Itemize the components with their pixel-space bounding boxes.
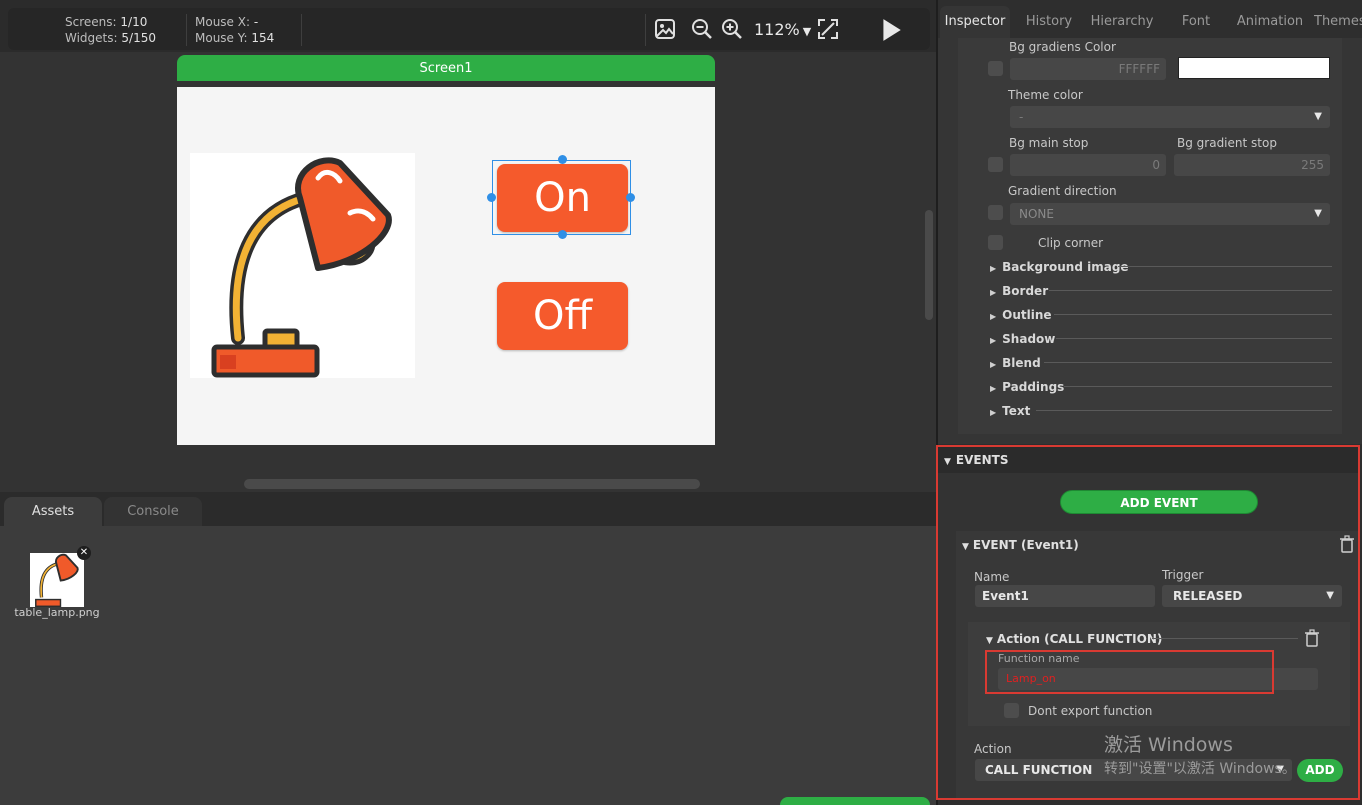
toolbar: Screens: 1/10 Widgets: 5/150 Mouse X: - … <box>8 8 930 50</box>
zoom-select[interactable]: 112% ▼ <box>754 20 811 39</box>
table-lamp-icon <box>211 157 392 378</box>
add-event-button[interactable]: ADD EVENT <box>1060 490 1258 514</box>
divider <box>1064 386 1332 387</box>
theme-color-select[interactable]: - ▼ <box>1010 106 1330 128</box>
section-shadow[interactable]: ▶ Shadow <box>990 332 1055 346</box>
bg-main-stop-checkbox[interactable] <box>988 157 1003 172</box>
dont-export-checkbox[interactable] <box>1004 703 1019 718</box>
tab-inspector[interactable]: Inspector <box>940 6 1010 38</box>
divider <box>1044 362 1332 363</box>
event-name-input[interactable]: Event1 <box>975 585 1155 607</box>
screen-title-tab[interactable]: Screen1 <box>177 55 715 81</box>
table-lamp-icon <box>35 553 79 607</box>
gradient-direction-value: NONE <box>1019 207 1054 221</box>
highlight-box <box>985 650 1274 694</box>
section-text[interactable]: ▶ Text <box>990 404 1030 418</box>
fit-screen-icon[interactable] <box>816 17 840 41</box>
bg-main-stop-input[interactable]: 0 <box>1010 154 1166 176</box>
events-header[interactable]: ▼ EVENTS <box>944 453 1008 467</box>
section-paddings[interactable]: ▶ Paddings <box>990 380 1064 394</box>
activation-watermark: 激活 Windows <box>1104 734 1233 756</box>
theme-color-value: - <box>1019 110 1024 124</box>
tab-history[interactable]: History <box>1016 6 1082 38</box>
zoom-out-icon[interactable] <box>690 17 714 41</box>
activation-watermark-subtext: 转到"设置"以激活 Windows。 <box>1104 761 1296 777</box>
asset-filename: table_lamp.png <box>14 606 100 619</box>
divider <box>1036 410 1332 411</box>
tab-animation[interactable]: Animation <box>1230 6 1310 38</box>
action-label: Action <box>974 742 1012 756</box>
tab-font[interactable]: Font <box>1166 6 1226 38</box>
caret-down-icon: ▼ <box>962 542 969 552</box>
bg-main-stop-label: Bg main stop <box>1009 136 1089 150</box>
trash-icon[interactable] <box>1304 629 1320 647</box>
divider <box>1049 290 1332 291</box>
zoom-in-icon[interactable] <box>720 17 744 41</box>
section-outline[interactable]: ▶ Outline <box>990 308 1052 322</box>
screens-count: Screens: 1/10 <box>65 15 148 29</box>
mouse-x-readout: Mouse X: - <box>195 15 259 29</box>
gradient-direction-label: Gradient direction <box>1008 184 1117 198</box>
tab-themes[interactable]: Themes <box>1314 6 1362 38</box>
lamp-image-widget[interactable] <box>190 153 415 378</box>
caret-down-icon: ▼ <box>986 636 993 646</box>
zoom-value: 112% <box>754 20 800 39</box>
gradient-direction-checkbox[interactable] <box>988 205 1003 220</box>
gradient-direction-select[interactable]: NONE ▼ <box>1010 203 1330 225</box>
horizontal-scrollbar[interactable] <box>244 479 700 489</box>
bg-gradient-stop-input[interactable]: 255 <box>1174 154 1330 176</box>
resize-handle[interactable] <box>626 193 635 202</box>
caret-down-icon: ▼ <box>802 25 812 38</box>
widgets-count: Widgets: 5/150 <box>65 31 156 45</box>
divider <box>186 14 187 46</box>
asset-thumbnail[interactable] <box>30 553 84 607</box>
trigger-value: RELEASED <box>1173 589 1243 603</box>
trigger-label: Trigger <box>1162 568 1204 582</box>
add-action-button[interactable]: ADD <box>1297 759 1343 782</box>
remove-asset-icon[interactable]: ✕ <box>77 546 91 560</box>
action-value: CALL FUNCTION <box>985 763 1093 777</box>
tab-console[interactable]: Console <box>104 497 202 527</box>
divider <box>1054 314 1332 315</box>
trash-icon[interactable] <box>1339 535 1355 553</box>
divider <box>1152 638 1298 639</box>
section-blend[interactable]: ▶ Blend <box>990 356 1041 370</box>
action-title[interactable]: ▼ Action (CALL FUNCTION) <box>986 632 1162 646</box>
divider <box>645 14 646 46</box>
resize-handle[interactable] <box>558 155 567 164</box>
assets-panel <box>0 526 936 805</box>
section-background-image[interactable]: ▶ Background image <box>990 260 1129 274</box>
bg-gradient-color-hex[interactable]: FFFFFF <box>1010 58 1166 80</box>
section-border[interactable]: ▶ Border <box>990 284 1048 298</box>
divider <box>301 14 302 46</box>
resize-handle[interactable] <box>487 193 496 202</box>
theme-color-label: Theme color <box>1008 88 1083 102</box>
caret-down-icon: ▼ <box>1314 111 1322 122</box>
bg-gradient-stop-label: Bg gradient stop <box>1177 136 1277 150</box>
vertical-scrollbar[interactable] <box>925 210 933 320</box>
caret-down-icon: ▼ <box>944 457 951 467</box>
dont-export-label: Dont export function <box>1028 704 1153 718</box>
bg-gradient-color-checkbox[interactable] <box>988 61 1003 76</box>
selection-box <box>492 160 631 235</box>
bg-gradient-color-label: Bg gradiens Color <box>1009 40 1116 54</box>
image-icon[interactable] <box>653 17 677 41</box>
tab-hierarchy[interactable]: Hierarchy <box>1086 6 1158 38</box>
event-title[interactable]: ▼ EVENT (Event1) <box>962 538 1079 552</box>
clip-corner-checkbox[interactable] <box>988 235 1003 250</box>
trigger-select[interactable]: RELEASED ▼ <box>1162 585 1342 607</box>
divider <box>1118 266 1332 267</box>
caret-down-icon: ▼ <box>1326 590 1334 601</box>
divider <box>1056 338 1332 339</box>
clip-corner-label: Clip corner <box>1038 236 1104 250</box>
play-icon[interactable] <box>878 17 904 43</box>
caret-down-icon: ▼ <box>1314 208 1322 219</box>
color-swatch[interactable] <box>1178 57 1330 79</box>
add-file-button[interactable] <box>780 797 930 805</box>
tab-assets[interactable]: Assets <box>4 497 102 527</box>
off-button[interactable]: Off <box>497 282 628 350</box>
resize-handle[interactable] <box>558 230 567 239</box>
mouse-y-readout: Mouse Y: 154 <box>195 31 275 45</box>
event-name-label: Name <box>974 570 1010 584</box>
